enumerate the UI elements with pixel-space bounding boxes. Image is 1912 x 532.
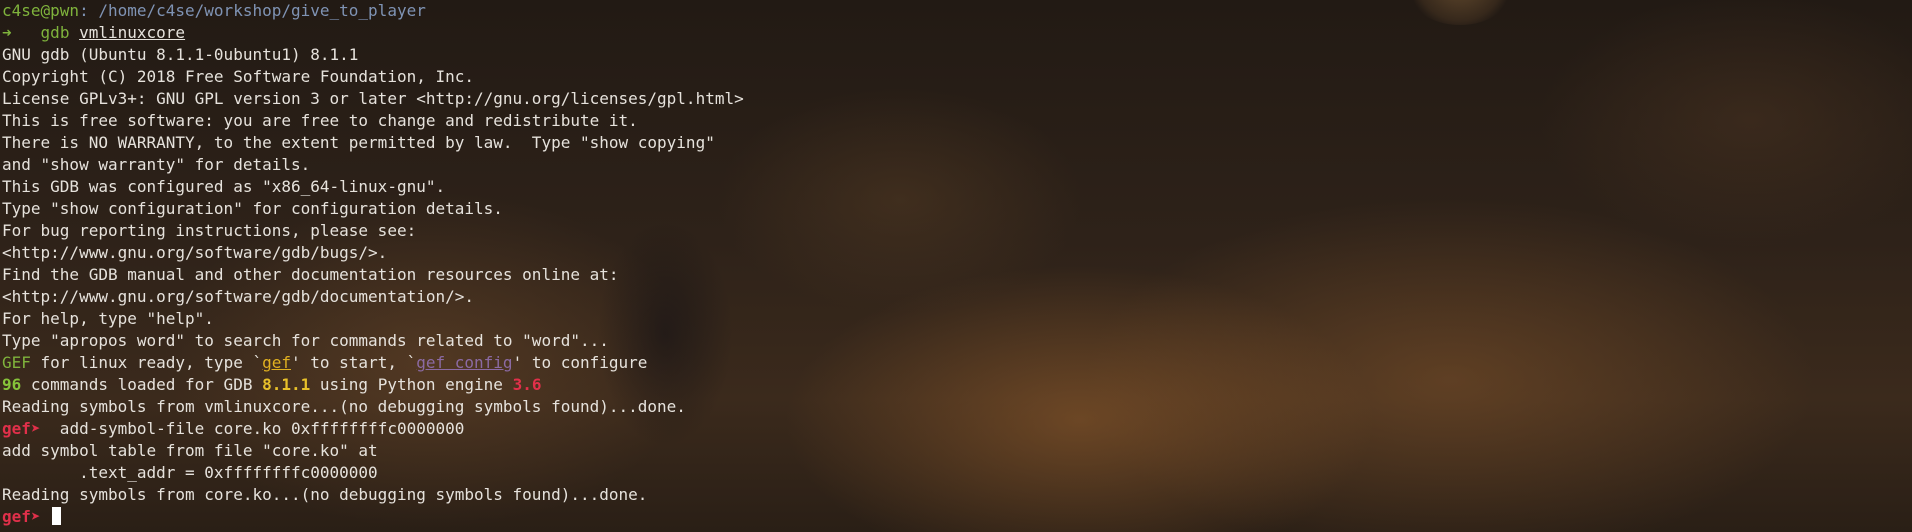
reading-symbols-line: Reading symbols from vmlinuxcore...(no d…	[2, 397, 686, 416]
banner-line: This GDB was configured as "x86_64-linux…	[2, 177, 446, 196]
gef-label: GEF	[2, 353, 31, 372]
gef-config-command: gef config	[416, 353, 513, 372]
command-argument: vmlinuxcore	[79, 23, 186, 42]
gef-ready-line: GEF for linux ready, type `gef' to start…	[2, 353, 648, 372]
banner-line: Type "apropos word" to search for comman…	[2, 331, 609, 350]
reading-symbols-line: Reading symbols from core.ko...(no debug…	[2, 485, 648, 504]
gef-prompt: gef➤	[2, 419, 51, 438]
banner-line: Find the GDB manual and other documentat…	[2, 265, 619, 284]
banner-line: and "show warranty" for details.	[2, 155, 311, 174]
banner-line: GNU gdb (Ubuntu 8.1.1-0ubuntu1) 8.1.1	[2, 45, 359, 64]
prompt-path: /home/c4se/workshop/give_to_player	[98, 1, 426, 20]
prompt-user-host: c4se@pwn	[2, 1, 80, 20]
shell-prompt-line: c4se@pwn: /home/c4se/workshop/give_to_pl…	[2, 0, 1907, 22]
commands-count: 96	[2, 375, 22, 394]
banner-line: There is NO WARRANTY, to the extent perm…	[2, 133, 715, 152]
banner-line: License GPLv3+: GNU GPL version 3 or lat…	[2, 89, 744, 108]
banner-line: This is free software: you are free to c…	[2, 111, 638, 130]
banner-line: Type "show configuration" for configurat…	[2, 199, 503, 218]
gef-command: gef	[262, 353, 291, 372]
python-version: 3.6	[512, 375, 542, 394]
active-prompt-line[interactable]: gef➤	[2, 506, 1907, 528]
commands-loaded-line: 96 commands loaded for GDB 8.1.1 using P…	[2, 375, 542, 394]
text-cursor[interactable]	[52, 507, 62, 525]
banner-line: <http://www.gnu.org/software/gdb/bugs/>.	[2, 243, 388, 262]
output-line: .text_addr = 0xffffffffc0000000	[2, 463, 378, 482]
banner-line: For help, type "help".	[2, 309, 214, 328]
shell-command-line: ➜ gdb vmlinuxcore	[2, 22, 1907, 44]
gdb-version: 8.1.1	[262, 375, 311, 394]
prompt-arrow-icon: ➜	[2, 23, 12, 42]
gef-command-line: gef➤ add-symbol-file core.ko 0xffffffffc…	[2, 418, 1907, 440]
banner-line: Copyright (C) 2018 Free Software Foundat…	[2, 67, 475, 86]
banner-line: For bug reporting instructions, please s…	[2, 221, 417, 240]
output-line: add symbol table from file "core.ko" at	[2, 441, 378, 460]
banner-line: <http://www.gnu.org/software/gdb/documen…	[2, 287, 475, 306]
command-name: gdb	[40, 23, 70, 42]
terminal-output[interactable]: c4se@pwn: /home/c4se/workshop/give_to_pl…	[2, 0, 1907, 532]
prompt-separator: :	[79, 1, 99, 20]
add-symbol-command: add-symbol-file core.ko 0xffffffffc00000…	[50, 419, 465, 438]
gef-prompt: gef➤	[2, 507, 51, 526]
